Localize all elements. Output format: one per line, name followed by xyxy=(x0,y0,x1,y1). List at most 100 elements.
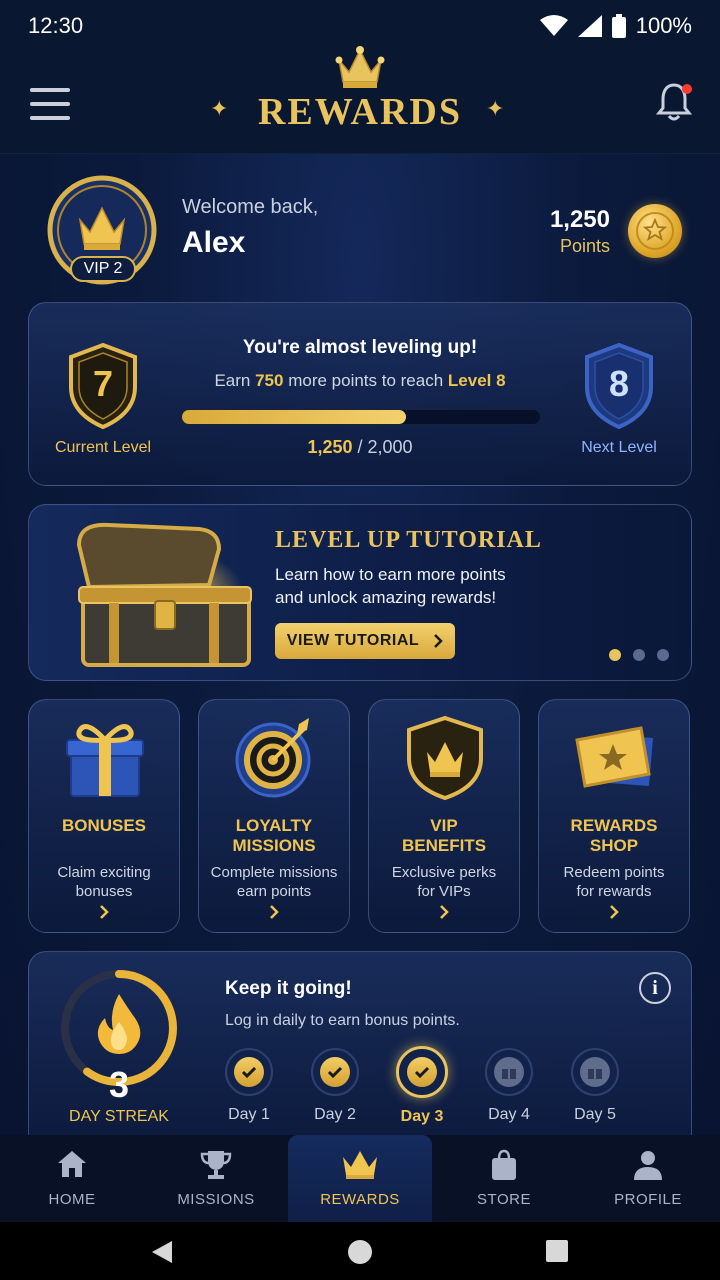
nav-label: STORE xyxy=(477,1191,531,1208)
points-coin-icon[interactable] xyxy=(628,204,682,258)
feature-card-loyalty-missions[interactable]: LOYALTY MISSIONS Complete missions earn … xyxy=(198,699,350,933)
feature-card-rewards-shop[interactable]: REWARDS SHOP Redeem points for rewards xyxy=(538,699,690,933)
level-sub-prefix: Earn xyxy=(214,371,251,390)
chevron-right-icon xyxy=(539,904,689,925)
info-button[interactable]: i xyxy=(639,972,671,1004)
status-time: 12:30 xyxy=(28,13,84,38)
rewards-app: 12:30 100% ✦ REWARDS ✦ VIP 2 Welcome bac… xyxy=(0,0,720,1280)
treasure-chest-icon xyxy=(76,522,252,667)
notifications-button[interactable] xyxy=(655,82,693,127)
flame-icon xyxy=(97,994,141,1054)
points-label: Points xyxy=(559,236,610,256)
nav-label: HOME xyxy=(48,1191,96,1208)
tutorial-description: Learn how to earn more points and unlock… xyxy=(275,563,555,609)
view-tutorial-button[interactable]: VIEW TUTORIAL xyxy=(275,623,455,659)
day-label: Day 2 xyxy=(314,1106,356,1123)
crown-icon xyxy=(335,46,385,88)
info-icon: i xyxy=(652,977,658,999)
feature-desc-line: bonuses xyxy=(75,883,133,900)
nav-store[interactable]: STORE xyxy=(432,1135,576,1222)
gift-icon xyxy=(494,1057,524,1087)
feature-title-line: LOYALTY xyxy=(235,816,313,835)
feature-desc-line: for rewards xyxy=(576,883,652,900)
next-level-label: Next Level xyxy=(581,439,657,456)
chevron-right-icon xyxy=(199,904,349,925)
view-tutorial-label: VIEW TUTORIAL xyxy=(286,632,420,649)
nav-label: MISSIONS xyxy=(177,1191,255,1208)
tutorial-banner[interactable]: LEVEL UP TUTORIAL Learn how to earn more… xyxy=(28,504,692,681)
feature-title-line: SHOP xyxy=(589,836,639,855)
feature-title: BONUSES xyxy=(29,816,179,836)
gift-icon xyxy=(66,724,144,797)
day-status-circle xyxy=(485,1048,533,1096)
nav-label: REWARDS xyxy=(320,1191,400,1208)
progress-total: / 2,000 xyxy=(357,437,413,457)
bottom-navigation: HOME MISSIONS REWARDS STORE PROFILE xyxy=(0,1135,720,1222)
feature-title-line: BENEFITS xyxy=(401,836,487,855)
day-status-circle xyxy=(311,1048,359,1096)
feature-card-vip-benefits[interactable]: VIP BENEFITS Exclusive perks for VIPs xyxy=(368,699,520,933)
carousel-dot[interactable] xyxy=(657,649,669,661)
feature-title: REWARDS SHOP xyxy=(539,816,689,856)
trophy-icon xyxy=(200,1151,232,1179)
day-label: Day 4 xyxy=(488,1106,530,1123)
streak-day[interactable]: Day 4 xyxy=(479,1048,539,1124)
points-balance: 1,250 xyxy=(549,206,610,233)
feature-desc-line: earn points xyxy=(236,883,312,900)
streak-day[interactable]: Day 1 xyxy=(219,1048,279,1124)
target-level: Level 8 xyxy=(447,371,506,390)
nav-rewards[interactable]: REWARDS xyxy=(288,1135,432,1222)
streak-headline: Keep it going! xyxy=(225,978,352,999)
feature-title: VIP BENEFITS xyxy=(369,816,519,856)
feature-desc-line: Exclusive perks xyxy=(391,864,497,881)
back-icon[interactable] xyxy=(150,1239,174,1265)
person-icon xyxy=(634,1151,662,1180)
carousel-dot[interactable] xyxy=(633,649,645,661)
feature-card-bonuses[interactable]: BONUSES Claim exciting bonuses xyxy=(28,699,180,933)
home-button-icon[interactable] xyxy=(347,1239,373,1265)
tutorial-desc-line: and unlock amazing rewards! xyxy=(275,588,497,607)
day-status-circle xyxy=(396,1046,448,1098)
sparkle-icon: ✦ xyxy=(486,96,505,121)
user-name: Alex xyxy=(182,226,246,259)
feature-description: Complete missions earn points xyxy=(199,863,349,901)
streak-count: 3 xyxy=(108,1064,130,1105)
feature-title-line: MISSIONS xyxy=(232,836,316,855)
ticket-icon xyxy=(575,726,653,788)
streak-day[interactable]: Day 2 xyxy=(305,1048,365,1124)
feature-title-line: BONUSES xyxy=(61,816,147,835)
check-icon xyxy=(407,1057,437,1087)
page-title: REWARDS xyxy=(257,91,463,133)
points-needed: 750 xyxy=(255,371,284,390)
feature-desc-line: Complete missions xyxy=(210,864,338,881)
carousel-dot[interactable] xyxy=(609,649,621,661)
day-status-circle xyxy=(225,1048,273,1096)
progress-current: 1,250 xyxy=(307,437,353,457)
nav-home[interactable]: HOME xyxy=(0,1135,144,1222)
vip-level-badge: VIP 2 xyxy=(70,256,136,282)
level-progress-fill xyxy=(182,410,406,424)
feature-desc-line: for VIPs xyxy=(417,883,471,900)
check-icon xyxy=(234,1057,264,1087)
feature-description: Redeem points for rewards xyxy=(539,863,689,901)
crown-icon xyxy=(343,1151,377,1179)
nav-missions[interactable]: MISSIONS xyxy=(144,1135,288,1222)
status-icons: 100% xyxy=(539,13,692,39)
streak-day[interactable]: Day 3 xyxy=(392,1046,452,1126)
vip-shield-icon xyxy=(407,716,483,800)
home-icon xyxy=(58,1151,86,1177)
notification-dot xyxy=(682,84,692,94)
level-progress-card: 7 Current Level You're almost leveling u… xyxy=(28,302,692,486)
chevron-right-icon xyxy=(434,634,443,648)
gift-icon xyxy=(580,1057,610,1087)
day-label: Day 3 xyxy=(400,1108,444,1125)
level-progress-bar xyxy=(181,409,541,425)
target-icon xyxy=(235,718,311,798)
daily-streak-card: 3 DAY STREAK Keep it going! Log in daily… xyxy=(28,951,692,1151)
check-icon xyxy=(320,1057,350,1087)
recents-icon[interactable] xyxy=(545,1239,569,1263)
streak-day[interactable]: Day 5 xyxy=(565,1048,625,1124)
wifi-icon xyxy=(539,15,568,36)
next-level-shield: 8 xyxy=(583,342,655,430)
nav-profile[interactable]: PROFILE xyxy=(576,1135,720,1222)
